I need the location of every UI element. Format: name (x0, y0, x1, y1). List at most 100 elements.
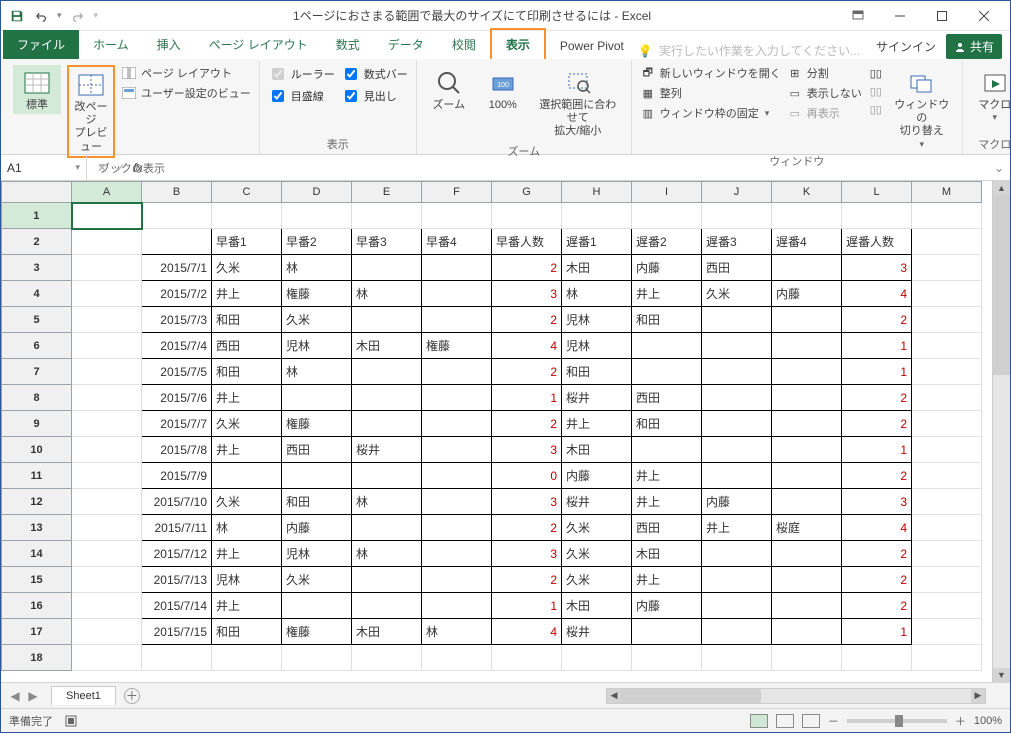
row-header[interactable]: 4 (2, 281, 72, 307)
cell[interactable] (352, 359, 422, 385)
cell[interactable]: 3 (492, 489, 562, 515)
row-header[interactable]: 3 (2, 255, 72, 281)
page-layout-view-icon-status[interactable] (776, 714, 794, 728)
cell[interactable] (422, 541, 492, 567)
row-header[interactable]: 11 (2, 463, 72, 489)
cell[interactable]: 2 (492, 567, 562, 593)
cell[interactable]: 井上 (632, 567, 702, 593)
cell[interactable] (702, 593, 772, 619)
row-header[interactable]: 14 (2, 541, 72, 567)
cell[interactable] (702, 385, 772, 411)
cell[interactable]: 林 (562, 281, 632, 307)
cell[interactable]: 久米 (562, 567, 632, 593)
tell-me-box[interactable]: 💡 実行したい作業を入力してください... (638, 42, 860, 59)
cell[interactable] (422, 489, 492, 515)
table-row[interactable]: 112015/7/90内藤井上2 (2, 463, 982, 489)
cell[interactable]: 井上 (212, 385, 282, 411)
col-E[interactable]: E (352, 182, 422, 203)
cell[interactable] (632, 619, 702, 645)
cell[interactable]: 1 (842, 619, 912, 645)
cell[interactable] (772, 385, 842, 411)
cell[interactable]: 和田 (212, 619, 282, 645)
row-header[interactable]: 9 (2, 411, 72, 437)
sign-in-link[interactable]: サインイン (876, 38, 936, 55)
hide-button[interactable]: ▭表示しない (787, 85, 862, 101)
cell[interactable] (702, 333, 772, 359)
table-row[interactable]: 32015/7/1久米林2木田内藤西田3 (2, 255, 982, 281)
col-C[interactable]: C (212, 182, 282, 203)
cell[interactable]: 内藤 (772, 281, 842, 307)
view-side-icon2[interactable]: ▯▯ (868, 83, 884, 99)
cell[interactable] (422, 281, 492, 307)
zoom-100-button[interactable]: 100 100% (479, 65, 527, 114)
unhide-button[interactable]: ▭再表示 (787, 105, 862, 121)
tab-power-pivot[interactable]: Power Pivot (546, 33, 638, 59)
column-headers[interactable]: A B C D E F G H I J K L M (2, 182, 982, 203)
sheet-nav-prev-icon[interactable]: ◀ (7, 689, 23, 703)
redo-icon[interactable] (70, 8, 86, 24)
cell[interactable]: 内藤 (632, 593, 702, 619)
cell[interactable] (422, 437, 492, 463)
cell[interactable]: 井上 (562, 411, 632, 437)
cell[interactable]: 木田 (562, 255, 632, 281)
cell[interactable] (702, 359, 772, 385)
scroll-down-icon[interactable]: ▼ (993, 668, 1010, 682)
enter-icon[interactable]: ✓ (115, 161, 125, 175)
cell[interactable]: 和田 (632, 307, 702, 333)
cell[interactable]: 内藤 (632, 255, 702, 281)
col-L[interactable]: L (842, 182, 912, 203)
cell[interactable] (422, 359, 492, 385)
cell[interactable]: 久米 (562, 515, 632, 541)
cell[interactable]: 桜井 (562, 619, 632, 645)
cell[interactable]: 林 (352, 489, 422, 515)
cell[interactable] (282, 463, 352, 489)
cell[interactable] (632, 437, 702, 463)
select-all-button[interactable] (2, 182, 72, 203)
cell[interactable] (772, 489, 842, 515)
cell[interactable]: 桜庭 (772, 515, 842, 541)
table-row[interactable]: 122015/7/10久米和田林3桜井井上内藤3 (2, 489, 982, 515)
cell[interactable]: 2 (492, 359, 562, 385)
zoom-out-button[interactable]: － (828, 713, 839, 729)
cell[interactable]: 桜井 (562, 489, 632, 515)
cell[interactable]: 2 (842, 463, 912, 489)
row-header[interactable]: 17 (2, 619, 72, 645)
share-button[interactable]: 共有 (946, 34, 1002, 59)
cell[interactable] (422, 385, 492, 411)
cell[interactable] (772, 307, 842, 333)
arrange-button[interactable]: ▦整列 (640, 85, 781, 101)
cell[interactable]: 林 (422, 619, 492, 645)
cell[interactable]: 2 (842, 567, 912, 593)
cell[interactable] (772, 463, 842, 489)
normal-view-icon-status[interactable] (750, 714, 768, 728)
table-row[interactable]: 72015/7/5和田林2和田1 (2, 359, 982, 385)
cell[interactable] (352, 385, 422, 411)
freeze-panes-button[interactable]: ▥ウィンドウ枠の固定▾ (640, 105, 781, 121)
cell[interactable] (702, 411, 772, 437)
page-break-view-icon-status[interactable] (802, 714, 820, 728)
col-I[interactable]: I (632, 182, 702, 203)
zoom-to-selection-button[interactable]: 選択範囲に合わせて 拡大/縮小 (533, 65, 623, 141)
row-header[interactable]: 8 (2, 385, 72, 411)
cancel-icon[interactable]: ✕ (97, 161, 107, 175)
col-F[interactable]: F (422, 182, 492, 203)
cell[interactable] (772, 255, 842, 281)
cell[interactable]: 林 (212, 515, 282, 541)
cell[interactable]: 2 (492, 307, 562, 333)
cell[interactable]: 2 (492, 255, 562, 281)
row-header[interactable]: 12 (2, 489, 72, 515)
cell[interactable]: 木田 (562, 437, 632, 463)
zoom-slider[interactable] (847, 719, 947, 723)
table-row[interactable]: 52015/7/3和田久米2児林和田2 (2, 307, 982, 333)
cell[interactable]: 西田 (632, 515, 702, 541)
cell[interactable]: 井上 (212, 593, 282, 619)
cell[interactable]: 井上 (702, 515, 772, 541)
tab-file[interactable]: ファイル (3, 30, 79, 59)
row-18[interactable]: 18 (2, 645, 982, 671)
table-row[interactable]: 162015/7/14井上1木田内藤2 (2, 593, 982, 619)
macros-button[interactable]: マクロ ▾ (971, 65, 1011, 125)
cell[interactable]: 林 (282, 255, 352, 281)
cell[interactable]: 久米 (702, 281, 772, 307)
cell[interactable] (772, 359, 842, 385)
row-1[interactable]: 1 (2, 203, 982, 229)
